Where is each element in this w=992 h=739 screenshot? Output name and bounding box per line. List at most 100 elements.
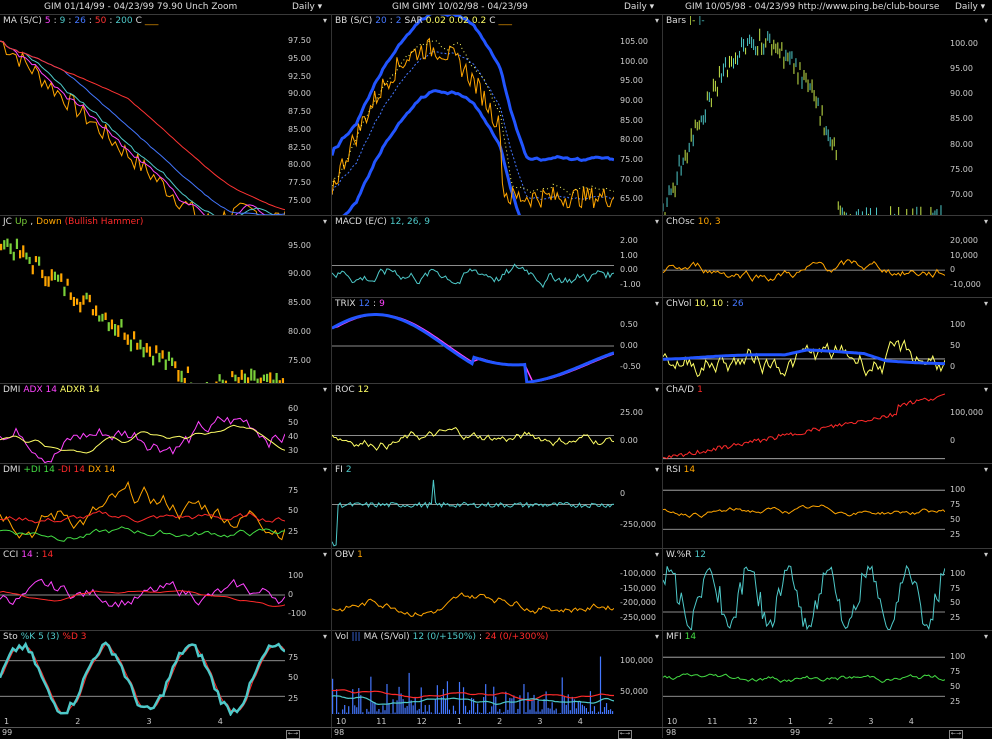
roc-line: [332, 428, 614, 451]
panel-menu-arrow[interactable]: ▾: [984, 550, 988, 559]
indicator-panel[interactable]: DMIADX 14ADXR 14▾60504030: [0, 383, 331, 464]
period-dropdown-3[interactable]: Daily: [955, 0, 985, 14]
candle: [44, 276, 46, 286]
panel-menu-arrow[interactable]: ▾: [655, 550, 659, 559]
y-axis-tick: 87.50: [288, 107, 311, 116]
panel-plot: [332, 631, 614, 716]
plot-area: [663, 29, 943, 216]
legend-item: 14: [42, 550, 53, 560]
panel-menu-arrow[interactable]: ▾: [984, 299, 988, 308]
volume-bar: [570, 710, 571, 714]
candle: [114, 324, 116, 336]
y-axis-tick: 25: [950, 697, 960, 706]
panel-legend: DMI+DI 14-DI 14DX 14: [3, 465, 118, 475]
chad-line: [663, 394, 945, 459]
panel-menu-arrow[interactable]: ▾: [655, 299, 659, 308]
legend-item: DMI: [3, 385, 20, 395]
period-dropdown-1[interactable]: Daily: [292, 0, 322, 14]
candle: [139, 340, 141, 350]
candle: [6, 239, 8, 247]
volume-bar: [499, 709, 500, 714]
indicator-panel[interactable]: ChA/D1▾100,0000: [663, 383, 992, 464]
plus-di-line: [0, 527, 285, 542]
plot-area: [0, 417, 285, 463]
indicator-panel[interactable]: TRIX12:9▾0.500.00-0.50: [332, 297, 663, 384]
indicator-panel[interactable]: MFI14▾100755025: [663, 630, 992, 716]
panel-menu-arrow[interactable]: ▾: [984, 465, 988, 474]
indicator-panel[interactable]: ChOsc10, 3▾20,00010,0000-10,000: [663, 215, 992, 298]
y-axis-tick: 70.00: [620, 175, 643, 184]
volume-bar: [405, 708, 406, 714]
rsi-line: [663, 505, 945, 517]
candle: [92, 309, 94, 315]
panel-menu-arrow[interactable]: ▾: [323, 632, 327, 641]
y-axis-tick: 90.00: [288, 269, 311, 278]
legend-item: MFI: [666, 632, 682, 642]
volume-bar: [529, 710, 530, 714]
candle: [187, 367, 189, 374]
panel-menu-arrow[interactable]: ▾: [323, 385, 327, 394]
y-axis-tick: 100,000: [620, 656, 653, 665]
indicator-panel[interactable]: MACD (E/C)12, 26, 9▾2.001.000.00-1.00: [332, 215, 663, 298]
indicator-panel[interactable]: Sto%K 5 (3)%D 3▾755025: [0, 630, 331, 716]
legend-item: 10, 3: [698, 217, 721, 227]
legend-item: %K 5 (3): [21, 632, 60, 642]
candle: [22, 245, 24, 257]
legend-item: +DI 14: [23, 465, 54, 475]
panel-menu-arrow[interactable]: ▾: [984, 385, 988, 394]
panel-menu-arrow[interactable]: ▾: [655, 217, 659, 226]
indicator-panel[interactable]: BB (S/C)20:2SAR0.020.020.2C___▾105.00100…: [332, 14, 663, 216]
indicator-panel[interactable]: Vol|||MA (S/Vol)12 (0/+150%):24 (0/+300%…: [332, 630, 663, 716]
x-axis-tick: 2: [75, 717, 80, 726]
volume-bar: [443, 689, 444, 714]
volume-bar: [554, 710, 555, 714]
panel-menu-arrow[interactable]: ▾: [655, 465, 659, 474]
indicator-panel[interactable]: W.%R12▾100755025: [663, 548, 992, 631]
candle: [54, 272, 56, 280]
indicator-panel[interactable]: JCUp,Down(Bullish Hammer)▾95.0090.0085.0…: [0, 215, 331, 384]
indicator-panel[interactable]: CCI14:14▾1000-100: [0, 548, 331, 631]
volume-bar: [495, 697, 496, 714]
volume-bar: [368, 712, 369, 714]
volume-bar: [544, 699, 545, 714]
panel-menu-arrow[interactable]: ▾: [655, 385, 659, 394]
indicator-panel[interactable]: ChVol10, 10:26▾100500: [663, 297, 992, 384]
indicator-panel[interactable]: DMI+DI 14-DI 14DX 14▾755025: [0, 463, 331, 549]
candle: [73, 297, 75, 306]
period-dropdown-2[interactable]: Daily: [624, 0, 654, 14]
indicator-panel[interactable]: OBV1▾-100,000-150,000-200,000-250,000: [332, 548, 663, 631]
candle: [16, 239, 18, 249]
panel-menu-arrow[interactable]: ▾: [984, 217, 988, 226]
panel-plot: [0, 549, 285, 631]
candle: [95, 305, 97, 315]
candle: [276, 373, 278, 383]
panel-legend: ROC12: [335, 385, 372, 395]
panel-menu-arrow[interactable]: ▾: [984, 16, 988, 25]
candle: [70, 292, 72, 300]
indicator-panel[interactable]: RSI14▾100755025: [663, 463, 992, 549]
volume-bar: [493, 687, 494, 714]
legend-item: ___: [145, 16, 159, 26]
indicator-panel[interactable]: MA (S/C)5:9:26:50:200C___▾97.5095.0092.5…: [0, 14, 331, 216]
panel-menu-arrow[interactable]: ▾: [984, 632, 988, 641]
panel-plot: [332, 384, 614, 464]
panel-menu-arrow[interactable]: ▾: [323, 465, 327, 474]
indicator-panel[interactable]: Bars|-|-▾100.0095.0090.0085.0080.0075.00…: [663, 14, 992, 216]
indicator-panel[interactable]: ROC12▾25.000.00: [332, 383, 663, 464]
panel-menu-arrow[interactable]: ▾: [323, 550, 327, 559]
panel-menu-arrow[interactable]: ▾: [655, 632, 659, 641]
volume-bar: [429, 705, 430, 714]
plot-area: [332, 593, 614, 617]
panel-legend: W.%R12: [666, 550, 709, 560]
volume-bar: [423, 712, 424, 714]
volume-bar: [517, 709, 518, 714]
indicator-panel[interactable]: FI2▾0-250,000: [332, 463, 663, 549]
volume-bar: [346, 713, 347, 714]
panel-menu-arrow[interactable]: ▾: [323, 217, 327, 226]
panel-menu-arrow[interactable]: ▾: [323, 16, 327, 25]
plot-area: [663, 657, 945, 696]
y-axis-tick: 2.00: [620, 236, 638, 245]
panel-menu-arrow[interactable]: ▾: [655, 16, 659, 25]
y-axis-tick: 100: [950, 652, 965, 661]
y-axis-tick: 0: [288, 590, 293, 599]
